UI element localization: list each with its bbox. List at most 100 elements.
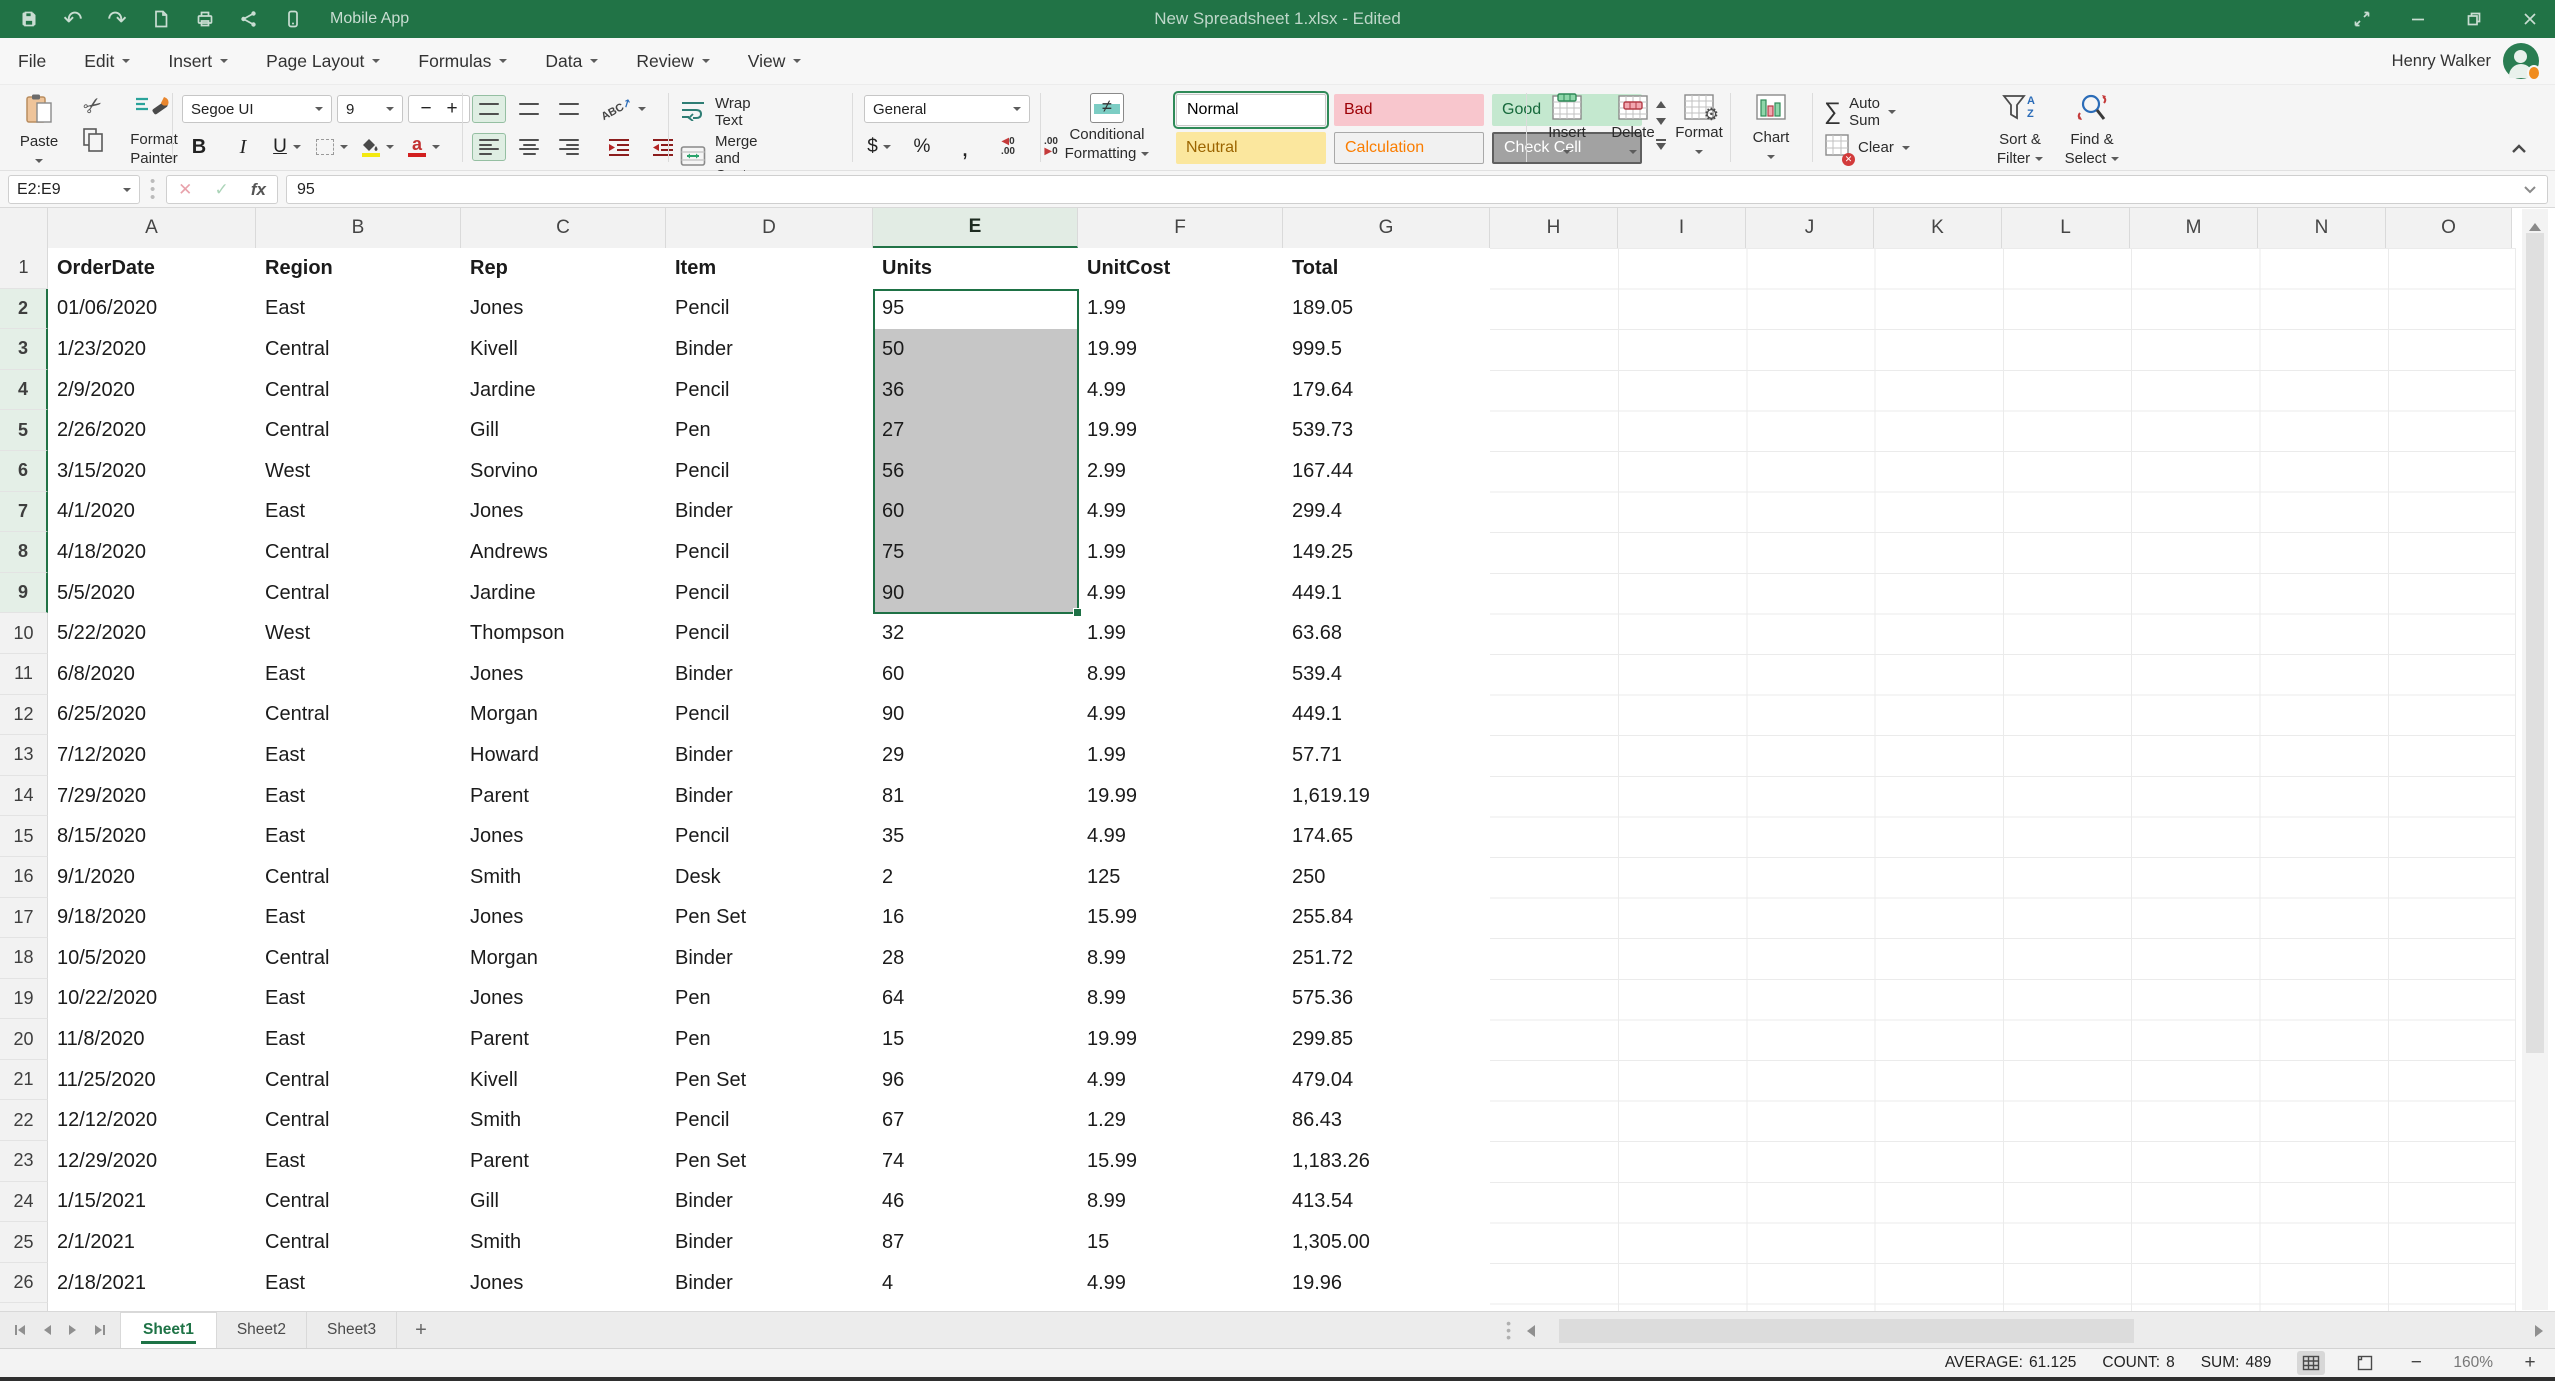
insert-function-icon[interactable]: fx: [251, 180, 266, 200]
cell-F3[interactable]: 19.99: [1078, 329, 1283, 370]
cell-D24[interactable]: Binder: [666, 1182, 873, 1223]
row-header-13[interactable]: 13: [0, 735, 48, 776]
cell-E18[interactable]: 28: [873, 938, 1078, 979]
cell-D10[interactable]: Pencil: [666, 613, 873, 654]
cell-C4[interactable]: Jardine: [461, 370, 666, 411]
cell-G23[interactable]: 1,183.26: [1283, 1141, 1490, 1182]
cell-B21[interactable]: Central: [256, 1060, 461, 1101]
row-header-10[interactable]: 10: [0, 613, 48, 654]
formula-input[interactable]: 95: [286, 175, 2548, 204]
sheet-tab-sheet3[interactable]: Sheet3: [307, 1312, 397, 1348]
cell-D14[interactable]: Binder: [666, 776, 873, 817]
name-box[interactable]: E2:E9: [8, 175, 140, 204]
column-header-J[interactable]: J: [1746, 208, 1874, 248]
clear-icon[interactable]: ✕: [1824, 133, 1850, 162]
cell-F20[interactable]: 19.99: [1078, 1019, 1283, 1060]
font-size-stepper[interactable]: −+: [408, 95, 470, 123]
cell-A8[interactable]: 4/18/2020: [48, 532, 256, 573]
cell-A15[interactable]: 8/15/2020: [48, 816, 256, 857]
cell-C5[interactable]: Gill: [461, 410, 666, 451]
cell-E22[interactable]: 67: [873, 1100, 1078, 1141]
increase-font-icon[interactable]: +: [446, 98, 457, 120]
cell-F7[interactable]: 4.99: [1078, 492, 1283, 533]
scroll-right-icon[interactable]: [2535, 1325, 2549, 1337]
cell-A13[interactable]: 7/12/2020: [48, 735, 256, 776]
cell-D13[interactable]: Binder: [666, 735, 873, 776]
cell-B5[interactable]: Central: [256, 410, 461, 451]
cell-C13[interactable]: Howard: [461, 735, 666, 776]
cell-E2[interactable]: 95: [873, 289, 1078, 330]
cell-G1[interactable]: Total: [1283, 248, 1490, 289]
column-header-I[interactable]: I: [1618, 208, 1746, 248]
row-header-20[interactable]: 20: [0, 1019, 48, 1060]
cell-G11[interactable]: 539.4: [1283, 654, 1490, 695]
cell-F10[interactable]: 1.99: [1078, 613, 1283, 654]
cell-D11[interactable]: Binder: [666, 654, 873, 695]
cell-B4[interactable]: Central: [256, 370, 461, 411]
cell-E19[interactable]: 64: [873, 979, 1078, 1020]
cell-D19[interactable]: Pen: [666, 979, 873, 1020]
increase-decimal-icon[interactable]: ◀0.00: [993, 133, 1023, 161]
cell-C14[interactable]: Parent: [461, 776, 666, 817]
save-icon[interactable]: [18, 8, 40, 30]
vertical-scrollbar[interactable]: [2522, 209, 2548, 1310]
row-header-26[interactable]: 26: [0, 1263, 48, 1304]
row-header-3[interactable]: 3: [0, 329, 48, 370]
cell-D5[interactable]: Pen: [666, 410, 873, 451]
row-header-27[interactable]: 27: [0, 1303, 48, 1311]
horizontal-scrollbar[interactable]: [1545, 1319, 2525, 1343]
cell-F26[interactable]: 4.99: [1078, 1263, 1283, 1304]
cell-A18[interactable]: 10/5/2020: [48, 938, 256, 979]
menu-insert[interactable]: Insert: [168, 51, 228, 72]
column-header-E[interactable]: E: [873, 208, 1078, 248]
cell-A12[interactable]: 6/25/2020: [48, 695, 256, 736]
decrease-indent-icon[interactable]: [600, 133, 638, 161]
cell-D18[interactable]: Binder: [666, 938, 873, 979]
cell-E11[interactable]: 60: [873, 654, 1078, 695]
row-header-11[interactable]: 11: [0, 654, 48, 695]
cell-B18[interactable]: Central: [256, 938, 461, 979]
cell-B13[interactable]: East: [256, 735, 461, 776]
cell-D4[interactable]: Pencil: [666, 370, 873, 411]
sort-filter-button[interactable]: AZ Sort &Filter: [1984, 85, 2056, 171]
align-middle-button[interactable]: [512, 95, 546, 123]
font-name-select[interactable]: Segoe UI: [182, 95, 332, 123]
cell-E5[interactable]: 27: [873, 410, 1078, 451]
autosum-icon[interactable]: ∑: [1824, 100, 1841, 124]
decrease-font-icon[interactable]: −: [420, 98, 431, 120]
menu-review[interactable]: Review: [636, 51, 709, 72]
menu-page-layout[interactable]: Page Layout: [266, 51, 380, 72]
scroll-up-icon[interactable]: [2529, 217, 2541, 231]
chart-button[interactable]: Chart: [1740, 85, 1802, 171]
column-header-B[interactable]: B: [256, 208, 461, 248]
cell-A3[interactable]: 1/23/2020: [48, 329, 256, 370]
cell-G27[interactable]: 139.93: [1283, 1303, 1490, 1311]
cell-F11[interactable]: 8.99: [1078, 654, 1283, 695]
cell-C3[interactable]: Kivell: [461, 329, 666, 370]
fill-color-button[interactable]: [362, 133, 394, 161]
cell-A26[interactable]: 2/18/2021: [48, 1263, 256, 1304]
row-header-25[interactable]: 25: [0, 1222, 48, 1263]
delete-button[interactable]: Delete: [1602, 85, 1664, 171]
copy-icon[interactable]: [81, 127, 105, 158]
cell-F5[interactable]: 19.99: [1078, 410, 1283, 451]
cell-D12[interactable]: Pencil: [666, 695, 873, 736]
cell-F17[interactable]: 15.99: [1078, 898, 1283, 939]
cell-F9[interactable]: 4.99: [1078, 573, 1283, 614]
cell-A6[interactable]: 3/15/2020: [48, 451, 256, 492]
cell-A27[interactable]: 3/7/2021: [48, 1303, 256, 1311]
row-header-9[interactable]: 9: [0, 573, 48, 614]
column-header-C[interactable]: C: [461, 208, 666, 248]
zoom-in-button[interactable]: +: [2519, 1352, 2541, 1374]
cell-style-calculation[interactable]: Calculation: [1334, 132, 1484, 164]
cell-A16[interactable]: 9/1/2020: [48, 857, 256, 898]
cell-C15[interactable]: Jones: [461, 816, 666, 857]
bold-button[interactable]: B: [184, 133, 214, 161]
cell-B12[interactable]: Central: [256, 695, 461, 736]
zoom-out-button[interactable]: −: [2405, 1352, 2427, 1374]
wrap-text-icon[interactable]: [680, 99, 706, 126]
cell-E16[interactable]: 2: [873, 857, 1078, 898]
cell-E1[interactable]: Units: [873, 248, 1078, 289]
close-icon[interactable]: [2519, 8, 2541, 30]
cell-style-neutral[interactable]: Neutral: [1176, 132, 1326, 164]
